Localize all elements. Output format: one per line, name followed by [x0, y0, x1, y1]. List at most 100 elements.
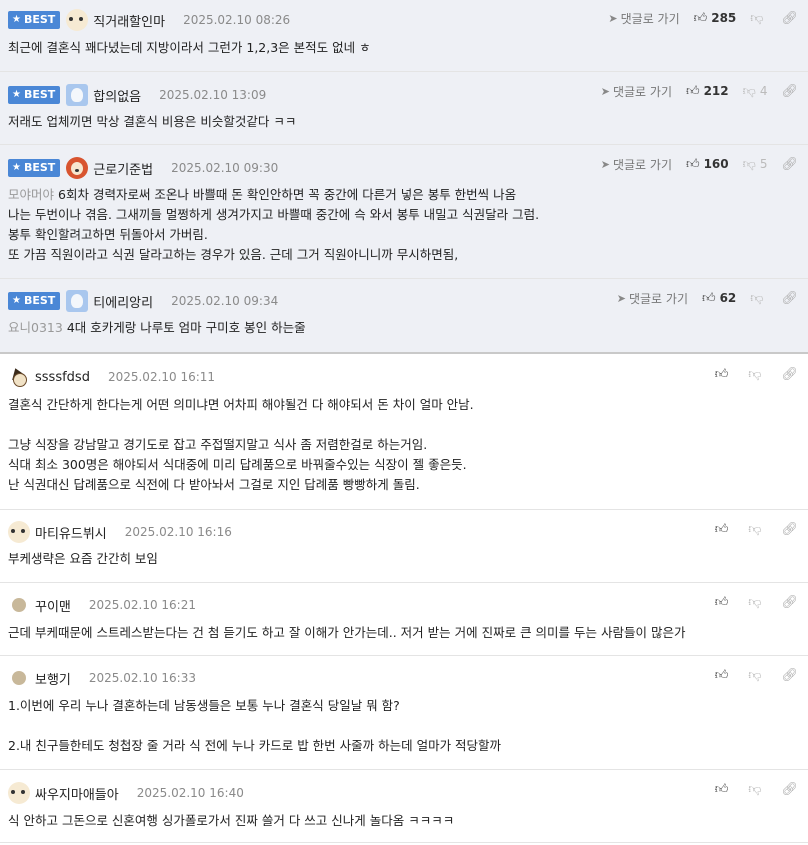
link-icon[interactable]: 🔗︎: [781, 595, 798, 610]
thumbs-up-icon: 👍︎: [693, 10, 708, 26]
link-icon[interactable]: 🔗︎: [781, 11, 798, 26]
downvote-count: 5: [759, 157, 768, 171]
thumbs-up-icon: 👍︎: [685, 83, 700, 99]
upvote-button[interactable]: 👍︎ 285: [694, 11, 737, 26]
mention-link[interactable]: 모야머야: [8, 187, 54, 202]
comment-header: 싸우지마애들아 2025.02.10 16:40: [8, 781, 244, 805]
go-to-reply-link[interactable]: ➤ 댓글로 가기: [617, 290, 688, 307]
go-to-reply-link[interactable]: ➤ 댓글로 가기: [601, 83, 672, 100]
avatar[interactable]: [12, 671, 26, 685]
comment-header: ssssfdsd 2025.02.10 16:11: [8, 365, 215, 389]
upvote-count: 285: [711, 11, 737, 25]
link-icon[interactable]: 🔗︎: [781, 291, 798, 306]
send-icon: ➤: [600, 84, 610, 98]
upvote-button[interactable]: 👍︎ 62: [702, 291, 736, 306]
comment-date: 2025.02.10 16:11: [107, 370, 216, 384]
link-icon[interactable]: 🔗︎: [781, 367, 798, 382]
downvote-button[interactable]: 👎︎: [748, 367, 765, 382]
thumbs-down-icon: 👎︎: [750, 10, 764, 26]
comment-actions: ➤ 댓글로 가기 👍︎ 160 👎︎ 5 🔗︎: [601, 153, 798, 175]
downvote-button[interactable]: 👎︎: [748, 595, 765, 610]
downvote-button[interactable]: 👎︎ 4: [743, 84, 768, 99]
comment-date: 2025.02.10 16:16: [124, 525, 232, 539]
comment-header: 보행기 2025.02.10 16:33: [8, 666, 196, 690]
upvote-button[interactable]: 👍︎: [715, 522, 733, 537]
comment-body: 1.이번에 우리 누나 결혼하는데 남동생들은 보통 누나 결혼식 당일날 뭐 …: [8, 698, 502, 753]
comment-date: 2025.02.10 16:33: [88, 671, 196, 685]
comment: 마티유드뷔시 2025.02.10 16:16 👍︎ 👎︎ 🔗︎ 부케생략은 요…: [0, 510, 808, 583]
nickname[interactable]: 싸우지마애들아: [35, 784, 119, 803]
avatar[interactable]: [8, 366, 30, 388]
upvote-button[interactable]: 👍︎: [715, 367, 733, 382]
comment-body: 저래도 업체끼면 막상 결혼식 비용은 비슷할것같다 ㅋㅋ: [8, 114, 297, 129]
comment-actions: ➤ 댓글로 가기 👍︎ 285 👎︎ 🔗︎: [608, 7, 798, 29]
comment-actions: 👍︎ 👎︎ 🔗︎: [715, 664, 798, 686]
comment-date: 2025.02.10 08:26: [183, 13, 291, 27]
comment-actions: 👍︎ 👎︎ 🔗︎: [715, 518, 798, 540]
comment-actions: 👍︎ 👎︎ 🔗︎: [715, 591, 798, 613]
upvote-count: 160: [703, 157, 729, 171]
thumbs-down-icon: 👎︎: [742, 156, 756, 172]
downvote-button[interactable]: 👎︎: [748, 782, 765, 797]
avatar[interactable]: [8, 521, 30, 543]
comment-header: ★ BEST 직거래할인마 2025.02.10 08:26: [8, 8, 290, 32]
comment-actions: 👍︎ 👎︎ 🔗︎: [715, 363, 798, 385]
upvote-button[interactable]: 👍︎: [715, 782, 733, 797]
send-icon: ➤: [616, 291, 626, 305]
comment-body: 최근에 결혼식 꽤다녔는데 지방이라서 그런가 1,2,3은 본적도 없네 ㅎ: [8, 40, 371, 55]
nickname[interactable]: ssssfdsd: [35, 370, 90, 385]
avatar[interactable]: [66, 157, 89, 179]
downvote-button[interactable]: 👎︎ 5: [743, 157, 768, 172]
link-icon[interactable]: 🔗︎: [781, 782, 798, 797]
nickname[interactable]: 티에리앙리: [93, 292, 153, 311]
avatar[interactable]: [66, 84, 89, 106]
best-badge: ★ BEST: [8, 159, 61, 177]
downvote-button[interactable]: 👎︎: [748, 522, 765, 537]
thumbs-down-icon: 👎︎: [748, 521, 762, 537]
comment-date: 2025.02.10 09:34: [171, 294, 279, 308]
link-icon[interactable]: 🔗︎: [781, 84, 798, 99]
link-icon[interactable]: 🔗︎: [781, 522, 798, 537]
nickname[interactable]: 직거래할인마: [93, 11, 165, 30]
go-to-reply-link[interactable]: ➤ 댓글로 가기: [601, 156, 672, 173]
comment: ssssfdsd 2025.02.10 16:11 👍︎ 👎︎ 🔗︎ 결혼식 간…: [0, 354, 808, 510]
comment-header: 꾸이맨 2025.02.10 16:21: [8, 593, 196, 617]
nickname[interactable]: 꾸이맨: [35, 596, 71, 615]
comment-body: 결혼식 간단하게 한다는게 어떤 의미냐면 어차피 해야될건 다 해야되서 돈 …: [8, 397, 474, 492]
avatar[interactable]: [66, 290, 89, 312]
avatar[interactable]: [12, 598, 26, 612]
avatar[interactable]: [66, 9, 89, 31]
upvote-button[interactable]: 👍︎: [715, 595, 733, 610]
nickname[interactable]: 합의없음: [93, 86, 141, 105]
downvote-button[interactable]: 👎︎: [748, 668, 765, 683]
thumbs-down-icon: 👎︎: [750, 290, 764, 306]
comment-body: 부케생략은 요즘 간간히 보임: [8, 551, 158, 566]
comment-body: 근데 부케때문에 스트레스받는다는 건 첨 듣기도 하고 잘 이해가 안가는데.…: [8, 625, 686, 640]
comment-header: ★ BEST 근로기준법 2025.02.10 09:30: [8, 156, 278, 180]
downvote-button[interactable]: 👎︎: [750, 291, 767, 306]
thumbs-down-icon: 👎︎: [748, 594, 762, 610]
comment: 보행기 2025.02.10 16:33 👍︎ 👎︎ 🔗︎ 1.이번에 우리 누…: [0, 656, 808, 770]
link-icon[interactable]: 🔗︎: [781, 157, 798, 172]
downvote-count: 4: [759, 84, 768, 98]
avatar[interactable]: [8, 782, 30, 804]
best-badge: ★ BEST: [8, 292, 61, 310]
thumbs-up-icon: 👍︎: [714, 594, 729, 610]
best-comment: ★ BEST 합의없음 2025.02.10 13:09 ➤ 댓글로 가기 👍︎ 21…: [0, 72, 808, 145]
send-icon: ➤: [608, 11, 618, 25]
upvote-button[interactable]: 👍︎ 160: [686, 157, 729, 172]
link-icon[interactable]: 🔗︎: [781, 668, 798, 683]
comment-date: 2025.02.10 09:30: [171, 161, 279, 175]
upvote-button[interactable]: 👍︎ 212: [686, 84, 729, 99]
comment-header: 마티유드뷔시 2025.02.10 16:16: [8, 520, 232, 544]
nickname[interactable]: 근로기준법: [93, 159, 153, 178]
nickname[interactable]: 마티유드뷔시: [35, 523, 107, 542]
go-to-reply-link[interactable]: ➤ 댓글로 가기: [608, 10, 679, 27]
best-comment: ★ BEST 근로기준법 2025.02.10 09:30 ➤ 댓글로 가기 👍︎ 1…: [0, 145, 808, 279]
thumbs-down-icon: 👎︎: [748, 366, 762, 382]
comment-body: 식 안하고 그돈으로 신혼여행 싱가폴로가서 진짜 쓸거 다 쓰고 신나게 놀다…: [8, 813, 455, 828]
nickname[interactable]: 보행기: [35, 669, 71, 688]
upvote-button[interactable]: 👍︎: [715, 668, 733, 683]
mention-link[interactable]: 요니0313: [8, 320, 63, 335]
downvote-button[interactable]: 👎︎: [750, 11, 767, 26]
